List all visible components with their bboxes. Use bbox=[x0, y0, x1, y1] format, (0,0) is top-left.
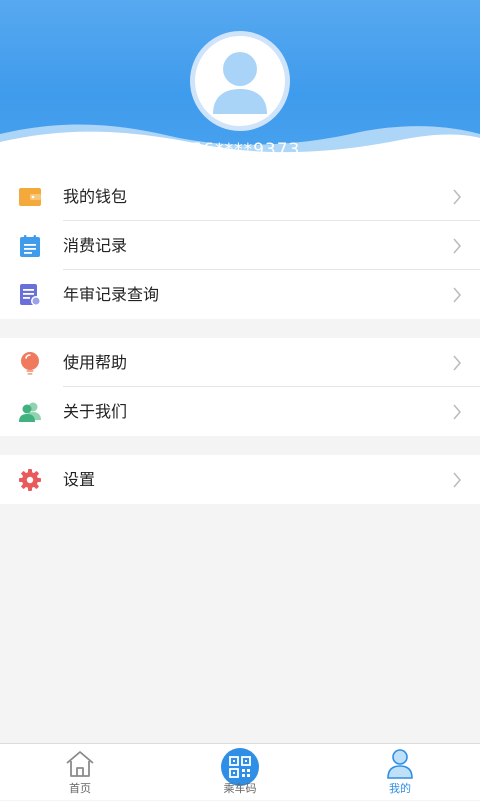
home-icon bbox=[66, 751, 94, 777]
menu-item-wallet[interactable]: 我的钱包 bbox=[0, 172, 480, 221]
menu-item-label: 消费记录 bbox=[63, 236, 128, 255]
tab-label: 乘车码 bbox=[223, 782, 257, 795]
menu-group-settings: 设置 bbox=[0, 455, 480, 504]
tab-mine[interactable]: 我的 bbox=[320, 744, 480, 801]
bottom-tab-bar: 首页 乘车码 我的 bbox=[0, 743, 480, 800]
avatar[interactable] bbox=[190, 31, 290, 131]
menu-item-label: 设置 bbox=[63, 470, 96, 489]
menu-item-help[interactable]: 使用帮助 bbox=[0, 338, 480, 387]
menu-group-help: 使用帮助 关于我们 bbox=[0, 338, 480, 436]
tab-label: 首页 bbox=[69, 782, 91, 795]
menu-item-label: 使用帮助 bbox=[63, 353, 128, 372]
menu-item-about-us[interactable]: 关于我们 bbox=[0, 387, 480, 436]
profile-header: 156****9373 bbox=[0, 0, 480, 172]
tab-home[interactable]: 首页 bbox=[0, 744, 160, 801]
menu-group-account: 我的钱包 消费记录 年审记录查询 bbox=[0, 172, 480, 319]
lightbulb-icon bbox=[21, 352, 39, 375]
chevron-right-icon bbox=[453, 355, 462, 371]
chevron-right-icon bbox=[453, 287, 462, 303]
gear-icon bbox=[19, 469, 41, 491]
qr-code-icon bbox=[221, 748, 259, 786]
chevron-right-icon bbox=[453, 404, 462, 420]
chevron-right-icon bbox=[453, 238, 462, 254]
document-search-icon bbox=[20, 284, 41, 306]
menu-item-label: 年审记录查询 bbox=[63, 285, 160, 304]
person-icon bbox=[387, 749, 413, 779]
menu-item-label: 关于我们 bbox=[63, 402, 128, 421]
menu-item-consumption-records[interactable]: 消费记录 bbox=[0, 221, 480, 270]
user-silhouette-icon bbox=[213, 52, 267, 114]
phone-number: 156****9373 bbox=[179, 140, 301, 160]
chevron-right-icon bbox=[453, 189, 462, 205]
menu-item-label: 我的钱包 bbox=[63, 187, 128, 206]
tab-ride-code[interactable]: 乘车码 bbox=[160, 744, 320, 801]
tab-label: 我的 bbox=[389, 782, 411, 795]
menu-item-settings[interactable]: 设置 bbox=[0, 455, 480, 504]
users-icon bbox=[19, 402, 41, 422]
wallet-icon bbox=[19, 188, 41, 206]
menu-item-annual-review-query[interactable]: 年审记录查询 bbox=[0, 270, 480, 319]
record-list-icon bbox=[20, 235, 40, 257]
chevron-right-icon bbox=[453, 472, 462, 488]
